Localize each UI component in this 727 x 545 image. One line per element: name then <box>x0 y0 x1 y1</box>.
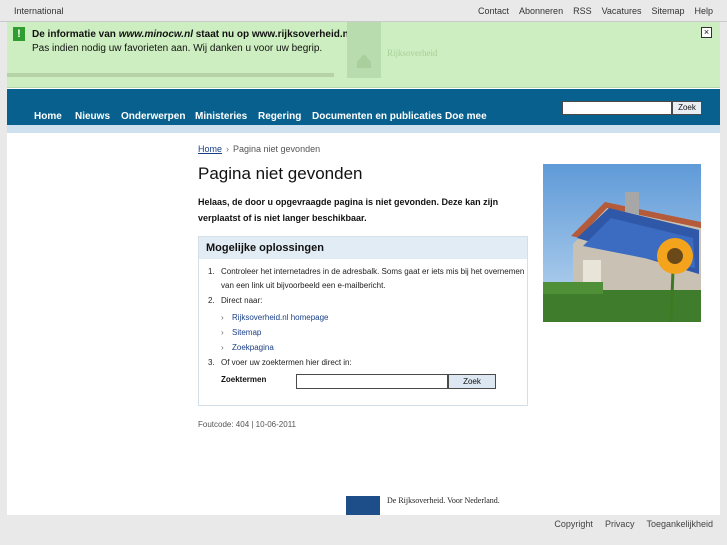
nav-regering[interactable]: Regering <box>258 111 301 122</box>
step-number: 3. <box>208 358 215 367</box>
step-number: 2. <box>208 296 215 305</box>
rss-link[interactable]: RSS <box>573 6 592 16</box>
rijksoverheid-emblem-icon <box>347 22 381 78</box>
solution-step: 3. Of voer uw zoektermen hier direct in: <box>199 356 527 370</box>
nav-ministeries[interactable]: Ministeries <box>195 111 247 122</box>
breadcrumb-home[interactable]: Home <box>198 144 222 154</box>
notice-divider <box>7 73 334 77</box>
main-navigation: Home Nieuws Onderwerpen Ministeries Rege… <box>7 89 720 125</box>
solution-step: 1. Controleer het internetadres in de ad… <box>199 265 527 293</box>
search-terms-label: Zoektermen <box>221 375 267 384</box>
step-text: Direct naar: <box>221 296 263 305</box>
nav-onderwerpen[interactable]: Onderwerpen <box>121 111 185 122</box>
footer-links: Copyright Privacy Toegankelijkheid <box>554 519 713 529</box>
abonneren-link[interactable]: Abonneren <box>519 6 563 16</box>
footer-tagline: De Rijksoverheid. Voor Nederland. <box>387 496 500 505</box>
notice-line1-prefix: De informatie van <box>32 29 119 40</box>
brand-name: Rijksoverheid <box>387 48 438 58</box>
intro-text: Helaas, de door u opgevraagde pagina is … <box>198 197 499 223</box>
solutions-panel: Mogelijke oplossingen 1. Controleer het … <box>198 236 528 406</box>
link-sitemap[interactable]: Sitemap <box>221 325 527 340</box>
nav-documenten[interactable]: Documenten en publicaties <box>312 111 442 122</box>
error-code: Foutcode: 404 | 10-06-2011 <box>198 420 296 429</box>
breadcrumb-current: Pagina niet gevonden <box>233 144 321 154</box>
search-terms-input[interactable] <box>296 374 448 389</box>
footer-logo <box>346 496 380 515</box>
solar-house-image <box>543 164 701 322</box>
solutions-list: 1. Controleer het internetadres in de ad… <box>199 265 527 371</box>
notice-line1-mid: staat nu op <box>192 29 252 40</box>
notice-message: De informatie van www.minocw.nl staat nu… <box>32 28 354 56</box>
step-number: 1. <box>208 267 215 276</box>
top-utility-bar: International Contact Abonneren RSS Vaca… <box>0 0 727 22</box>
page-container: ! De informatie van www.minocw.nl staat … <box>7 22 720 515</box>
utility-links: Contact Abonneren RSS Vacatures Sitemap … <box>478 6 713 16</box>
sitemap-link[interactable]: Sitemap <box>651 6 684 16</box>
step-text: Of voer uw zoektermen hier direct in: <box>221 358 352 367</box>
help-link[interactable]: Help <box>694 6 713 16</box>
link-zoekpagina[interactable]: Zoekpagina <box>221 340 527 355</box>
nav-subbar <box>7 125 720 133</box>
nav-doe-mee[interactable]: Doe mee <box>445 111 487 122</box>
step-text: Controleer het internetadres in de adres… <box>221 267 525 290</box>
chevron-right-icon: › <box>226 144 230 154</box>
notice-new-domain: www.rijksoverheid.nl. <box>251 29 355 40</box>
international-link[interactable]: International <box>14 6 64 16</box>
notice-line2: Pas indien nodig uw favorieten aan. Wij … <box>32 43 323 54</box>
header-search-button[interactable]: Zoek <box>672 101 702 115</box>
search-terms-button[interactable]: Zoek <box>448 374 496 389</box>
solutions-heading: Mogelijke oplossingen <box>199 237 527 259</box>
solution-step: 2. Direct naar: Rijksoverheid.nl homepag… <box>199 294 527 355</box>
nav-nieuws[interactable]: Nieuws <box>75 111 110 122</box>
link-homepage[interactable]: Rijksoverheid.nl homepage <box>221 310 527 325</box>
close-icon[interactable]: × <box>701 27 712 38</box>
warning-icon: ! <box>13 27 25 41</box>
copyright-link[interactable]: Copyright <box>554 519 593 529</box>
page-title: Pagina niet gevonden <box>198 164 363 183</box>
privacy-link[interactable]: Privacy <box>605 519 635 529</box>
breadcrumb: Home › Pagina niet gevonden <box>198 144 320 154</box>
header-search-input[interactable] <box>562 101 672 115</box>
notice-old-domain: www.minocw.nl <box>118 29 193 40</box>
toegankelijkheid-link[interactable]: Toegankelijkheid <box>646 519 713 529</box>
redirect-notice: ! De informatie van www.minocw.nl staat … <box>7 22 720 88</box>
direct-links: Rijksoverheid.nl homepage Sitemap Zoekpa… <box>221 310 527 355</box>
vacatures-link[interactable]: Vacatures <box>602 6 642 16</box>
contact-link[interactable]: Contact <box>478 6 509 16</box>
nav-home[interactable]: Home <box>34 111 62 122</box>
